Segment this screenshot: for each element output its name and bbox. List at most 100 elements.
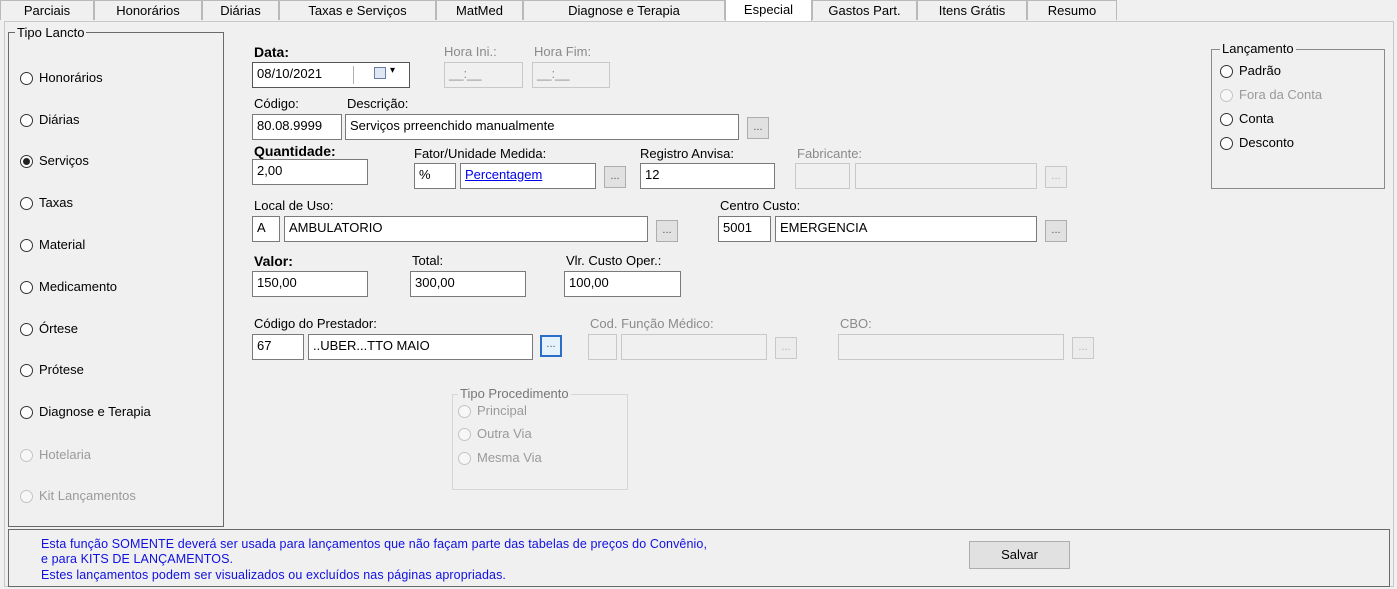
descricao-input[interactable]: Serviços prreenchido manualmente (345, 114, 739, 140)
radio-circle[interactable] (1220, 89, 1233, 102)
radio-servicos[interactable]: Serviços (20, 152, 89, 170)
radio-material[interactable]: Material (20, 236, 85, 254)
descricao-label: Descrição: (347, 96, 409, 111)
fabricante-code-input[interactable] (795, 163, 850, 189)
radio-honorarios[interactable]: Honorários (20, 69, 103, 87)
radio-padrao[interactable]: Padrão (1220, 62, 1281, 80)
radio-circle[interactable] (458, 428, 471, 441)
radio-circle[interactable] (20, 490, 33, 503)
centro-code-input[interactable]: 5001 (718, 216, 771, 242)
local-lookup-button[interactable]: ... (656, 220, 678, 242)
tab-resumo[interactable]: Resumo (1027, 0, 1117, 20)
radio-conta[interactable]: Conta (1220, 110, 1274, 128)
funcao-code-input[interactable] (588, 334, 617, 360)
info-line-1: Esta função SOMENTE deverá ser usada par… (41, 537, 708, 551)
radio-circle[interactable] (20, 281, 33, 294)
radio-medicamento[interactable]: Medicamento (20, 278, 117, 296)
tab-parciais[interactable]: Parciais (0, 0, 94, 20)
total-input[interactable]: 300,00 (410, 271, 526, 297)
cbo-label: CBO: (840, 316, 872, 331)
radio-circle[interactable] (1220, 113, 1233, 126)
valor-input[interactable]: 150,00 (252, 271, 368, 297)
custo-oper-label: Vlr. Custo Oper.: (566, 253, 662, 268)
radio-circle[interactable] (20, 323, 33, 336)
quantidade-input[interactable]: 2,00 (252, 159, 368, 185)
data-value: 08/10/2021 (257, 66, 323, 81)
tab-itens-gratis[interactable]: Itens Grátis (917, 0, 1027, 20)
radio-mesma-via[interactable]: Mesma Via (458, 449, 542, 467)
tipo-lancto-title: Tipo Lancto (15, 25, 87, 40)
descricao-lookup-button[interactable]: ... (747, 117, 769, 139)
prestador-lookup-button[interactable]: ... (540, 335, 562, 357)
funcao-medico-label: Cod. Função Médico: (590, 316, 714, 331)
hora-fim-input[interactable]: __:__ (532, 62, 610, 88)
radio-desconto[interactable]: Desconto (1220, 134, 1294, 152)
cbo-lookup-button[interactable]: ... (1072, 337, 1094, 359)
data-label: Data: (254, 44, 290, 60)
fabricante-lookup-button[interactable]: ... (1045, 166, 1067, 188)
unidade-field: Percentagem (460, 163, 596, 189)
radio-diarias[interactable]: Diárias (20, 111, 79, 129)
quantidade-label: Quantidade: (254, 143, 336, 159)
date-divider (353, 66, 354, 84)
radio-principal[interactable]: Principal (458, 402, 527, 420)
local-uso-label: Local de Uso: (254, 198, 334, 213)
tab-diarias[interactable]: Diárias (202, 0, 279, 20)
radio-kit-lancamentos[interactable]: Kit Lançamentos (20, 487, 136, 505)
fator-input[interactable]: % (414, 163, 456, 189)
tab-matmed[interactable]: MatMed (436, 0, 523, 20)
prestador-name-input[interactable]: ..UBER...TTO MAIO (308, 334, 533, 360)
hora-ini-input[interactable]: __:__ (444, 62, 523, 88)
info-line-2: e para KITS DE LANÇAMENTOS. (41, 552, 234, 566)
centro-lookup-button[interactable]: ... (1045, 220, 1067, 242)
hora-fim-label: Hora Fim: (534, 44, 592, 59)
fabricante-name-input[interactable] (855, 163, 1037, 189)
local-name-input[interactable]: AMBULATORIO (284, 216, 648, 242)
cbo-input[interactable] (838, 334, 1064, 360)
radio-circle[interactable] (458, 405, 471, 418)
registro-anvisa-input[interactable]: 12 (640, 163, 775, 189)
radio-hotelaria[interactable]: Hotelaria (20, 446, 91, 464)
tab-honorarios[interactable]: Honorários (94, 0, 202, 20)
custo-oper-input[interactable]: 100,00 (564, 271, 681, 297)
centro-name-input[interactable]: EMERGENCIA (775, 216, 1037, 242)
radio-circle[interactable] (1220, 137, 1233, 150)
percentagem-link[interactable]: Percentagem (465, 167, 542, 182)
radio-circle[interactable] (20, 406, 33, 419)
radio-circle-checked[interactable] (20, 155, 33, 168)
radio-circle[interactable] (20, 72, 33, 85)
radio-outra-via[interactable]: Outra Via (458, 425, 532, 443)
tab-diagnose-terapia[interactable]: Diagnose e Terapia (523, 0, 725, 20)
radio-circle[interactable] (20, 197, 33, 210)
prestador-code-input[interactable]: 67 (252, 334, 304, 360)
radio-circle[interactable] (458, 452, 471, 465)
radio-circle[interactable] (20, 114, 33, 127)
radio-circle[interactable] (20, 364, 33, 377)
funcao-lookup-button[interactable]: ... (775, 337, 797, 359)
fator-lookup-button[interactable]: ... (604, 166, 626, 188)
tab-especial[interactable]: Especial (725, 0, 812, 22)
calendar-icon[interactable] (374, 67, 386, 79)
codigo-input[interactable]: 80.08.9999 (252, 114, 342, 140)
total-label: Total: (412, 253, 444, 268)
info-line-3: Estes lançamentos podem ser visualizados… (41, 568, 507, 582)
fator-label: Fator/Unidade Medida: (414, 146, 547, 161)
save-button[interactable]: Salvar (969, 541, 1070, 569)
local-code-input[interactable]: A (252, 216, 280, 242)
registro-anvisa-label: Registro Anvisa: (640, 146, 734, 161)
tab-taxas-servicos[interactable]: Taxas e Serviços (279, 0, 436, 20)
radio-protese[interactable]: Prótese (20, 361, 84, 379)
chevron-down-icon[interactable]: ▾ (390, 65, 395, 76)
radio-circle[interactable] (20, 239, 33, 252)
data-picker[interactable]: 08/10/2021 ▾ (252, 62, 410, 88)
funcao-name-input[interactable] (621, 334, 767, 360)
tipo-procedimento-title: Tipo Procedimento (458, 386, 571, 401)
valor-label: Valor: (254, 253, 293, 269)
radio-fora-da-conta[interactable]: Fora da Conta (1220, 86, 1322, 104)
tab-gastos-part[interactable]: Gastos Part. (812, 0, 917, 20)
radio-circle[interactable] (20, 449, 33, 462)
radio-ortese[interactable]: Órtese (20, 320, 78, 338)
radio-circle[interactable] (1220, 65, 1233, 78)
radio-taxas[interactable]: Taxas (20, 194, 73, 212)
radio-diagnose-terapia[interactable]: Diagnose e Terapia (20, 403, 151, 421)
